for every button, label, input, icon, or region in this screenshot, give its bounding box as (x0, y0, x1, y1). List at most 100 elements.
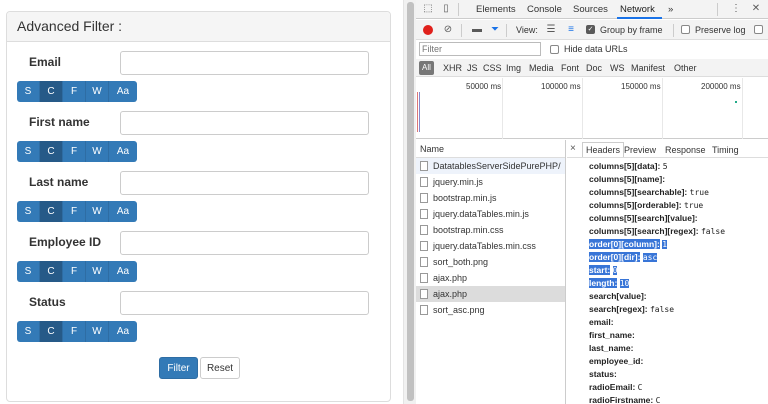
tab-timing[interactable]: Timing (712, 145, 739, 155)
form-data-row: columns[5][data]: 5 (589, 161, 765, 174)
filter-button[interactable]: Filter (159, 357, 198, 379)
name-column-header[interactable]: Name (416, 140, 565, 158)
stylesheet-file-icon (420, 225, 428, 235)
tab-response[interactable]: Response (665, 145, 706, 155)
mode-s-button[interactable]: S (17, 201, 40, 222)
more-tabs-button[interactable]: » (668, 4, 673, 15)
form-data-row: start: 0 (589, 265, 765, 278)
mode-w-button[interactable]: W (86, 201, 109, 222)
type-other[interactable]: Other (674, 63, 697, 73)
network-filter-input[interactable] (419, 42, 541, 56)
kebab-menu-icon[interactable]: ⋮ (730, 3, 742, 15)
email-input[interactable] (120, 51, 369, 75)
panel-title: Advanced Filter : (7, 12, 390, 42)
mode-s-button[interactable]: S (17, 321, 40, 342)
mode-f-button[interactable]: F (63, 321, 86, 342)
mode-c-button[interactable]: C (40, 201, 63, 222)
type-js[interactable]: JS (467, 63, 478, 73)
mode-w-button[interactable]: W (86, 141, 109, 162)
large-rows-icon[interactable]: ☰ (545, 24, 557, 36)
mode-f-button[interactable]: F (63, 81, 86, 102)
filter-icon[interactable]: ⏷ (489, 24, 501, 36)
record-icon[interactable] (423, 25, 433, 35)
param-key: email: (589, 317, 614, 327)
mode-f-button[interactable]: F (63, 201, 86, 222)
request-row[interactable]: bootstrap.min.js (416, 190, 565, 206)
mode-c-button[interactable]: C (40, 81, 63, 102)
mode-aa-button[interactable]: Aa (109, 201, 137, 222)
request-name: ajax.php (433, 273, 468, 283)
tab-preview[interactable]: Preview (624, 145, 656, 155)
param-key: first_name: (589, 330, 635, 340)
mode-w-button[interactable]: W (86, 261, 109, 282)
request-row[interactable]: bootstrap.min.css (416, 222, 565, 238)
mode-f-button[interactable]: F (63, 141, 86, 162)
document-icon (420, 161, 428, 171)
mode-c-button[interactable]: C (40, 141, 63, 162)
script-file-icon (420, 193, 428, 203)
mode-s-button[interactable]: S (17, 261, 40, 282)
request-row[interactable]: jquery.dataTables.min.js (416, 206, 565, 222)
status-label: Status (29, 295, 66, 309)
stylesheet-file-icon (420, 241, 428, 251)
close-devtools-icon[interactable]: ✕ (750, 3, 762, 15)
type-manifest[interactable]: Manifest (631, 63, 665, 73)
request-row[interactable]: ajax.php (416, 270, 565, 286)
mode-c-button[interactable]: C (40, 261, 63, 282)
param-value: true (683, 201, 704, 210)
type-doc[interactable]: Doc (586, 63, 602, 73)
preserve-log-label: Preserve log (695, 25, 746, 35)
form-data-row: radioFirstname: C (589, 395, 765, 404)
tab-elements[interactable]: Elements (476, 4, 516, 15)
type-ws[interactable]: WS (610, 63, 625, 73)
disable-cache-checkbox[interactable] (754, 25, 763, 34)
preserve-log-checkbox[interactable] (681, 25, 690, 34)
group-by-frame-checkbox[interactable]: ✓ (586, 25, 595, 34)
reset-button[interactable]: Reset (200, 357, 240, 379)
request-row[interactable]: sort_asc.png (416, 302, 565, 318)
status-input[interactable] (120, 291, 369, 315)
page-scrollbar[interactable] (403, 0, 416, 404)
type-media[interactable]: Media (529, 63, 554, 73)
request-row[interactable]: jquery.min.js (416, 174, 565, 190)
tab-sources[interactable]: Sources (573, 4, 608, 15)
request-row[interactable]: DatatablesServerSidePurePHP/ (416, 158, 565, 174)
tab-headers[interactable]: Headers (582, 142, 625, 157)
type-xhr[interactable]: XHR (443, 63, 462, 73)
close-details-icon[interactable]: × (570, 143, 576, 154)
request-row[interactable]: jquery.dataTables.min.css (416, 238, 565, 254)
scrollbar-thumb[interactable] (407, 2, 414, 401)
type-img[interactable]: Img (506, 63, 521, 73)
type-css[interactable]: CSS (483, 63, 502, 73)
mode-c-button[interactable]: C (40, 321, 63, 342)
type-all[interactable]: All (419, 61, 434, 75)
filter-page: Advanced Filter : Email S C F W Aa First… (0, 0, 403, 404)
network-overview[interactable]: 50000 ms 100000 ms 150000 ms 200000 ms (416, 78, 768, 139)
mode-aa-button[interactable]: Aa (109, 81, 137, 102)
type-font[interactable]: Font (561, 63, 579, 73)
tab-network[interactable]: Network (620, 4, 655, 15)
hide-data-urls-checkbox[interactable] (550, 45, 559, 54)
clear-icon[interactable]: ⊘ (442, 24, 454, 36)
first-name-input[interactable] (120, 111, 369, 135)
mode-w-button[interactable]: W (86, 321, 109, 342)
request-row-selected[interactable]: ajax.php (416, 286, 565, 302)
param-value: 1 (662, 240, 668, 249)
param-key: status: (589, 369, 617, 379)
tab-console[interactable]: Console (527, 4, 562, 15)
mode-s-button[interactable]: S (17, 141, 40, 162)
mode-aa-button[interactable]: Aa (109, 261, 137, 282)
last-name-input[interactable] (120, 171, 369, 195)
form-data-row: search[value]: (589, 291, 765, 304)
mode-aa-button[interactable]: Aa (109, 321, 137, 342)
device-toolbar-icon[interactable]: ▯ (440, 3, 452, 15)
mode-s-button[interactable]: S (17, 81, 40, 102)
waterfall-icon[interactable]: ≡ (565, 24, 577, 36)
inspect-element-icon[interactable]: ⬚ (422, 3, 434, 15)
mode-aa-button[interactable]: Aa (109, 141, 137, 162)
employee-id-input[interactable] (120, 231, 369, 255)
mode-f-button[interactable]: F (63, 261, 86, 282)
request-row[interactable]: sort_both.png (416, 254, 565, 270)
capture-screenshots-icon[interactable]: ▬ (471, 24, 483, 36)
mode-w-button[interactable]: W (86, 81, 109, 102)
